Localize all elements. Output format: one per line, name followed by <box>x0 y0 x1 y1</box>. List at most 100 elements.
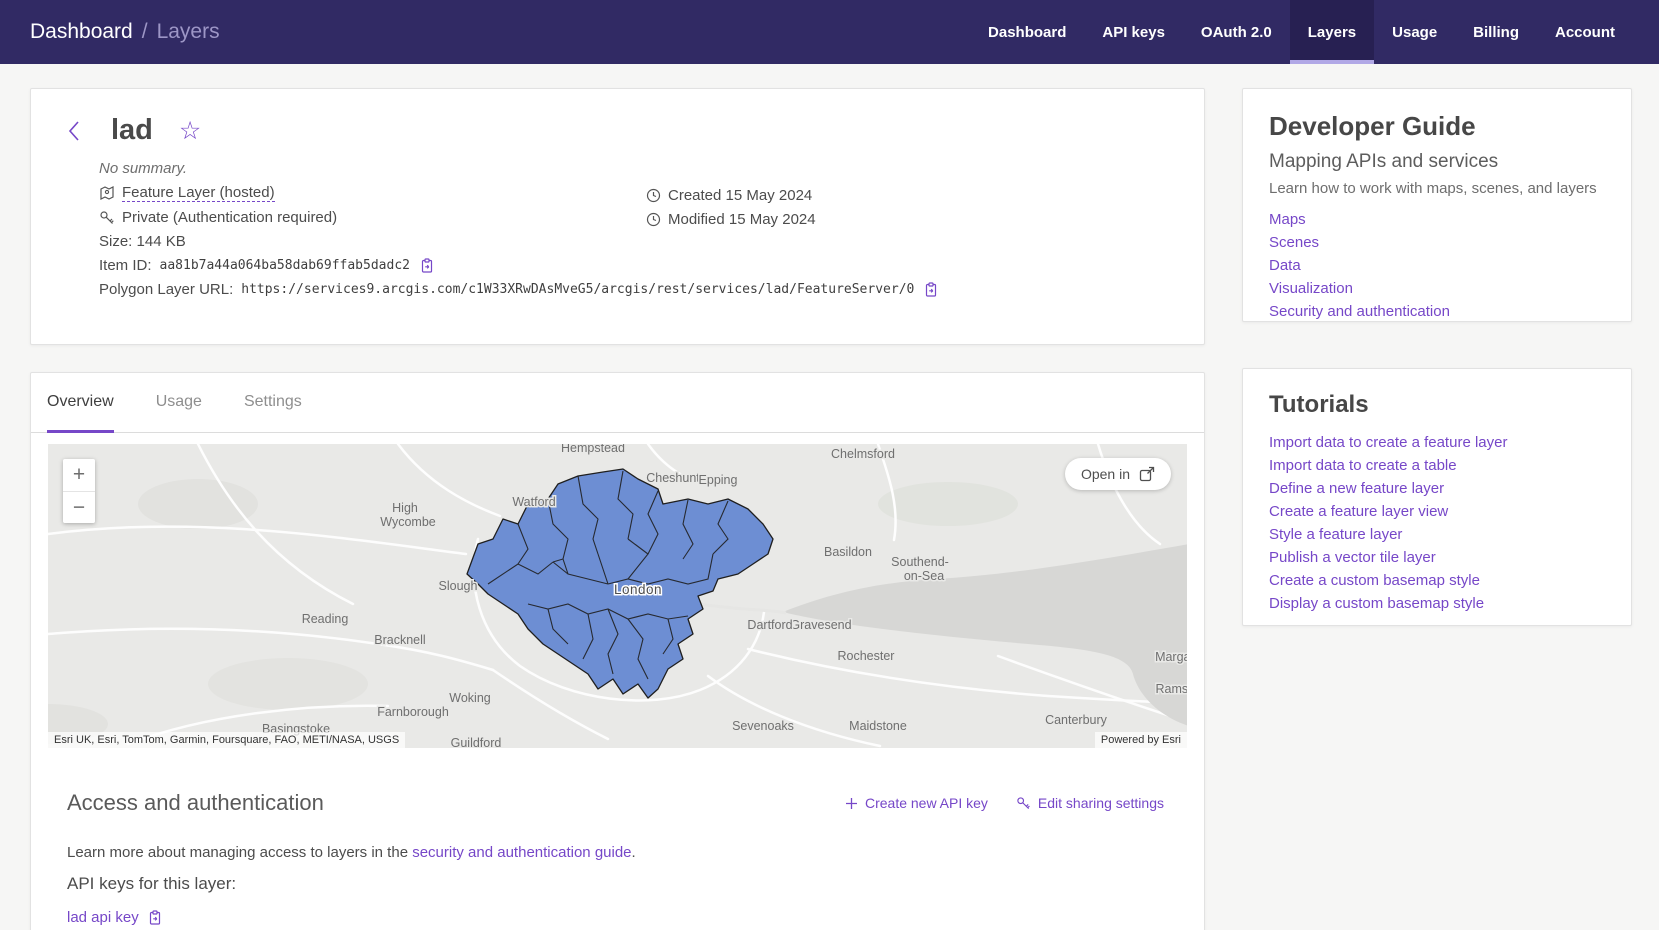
tutorial-link-define-a-new-feature-layer[interactable]: Define a new feature layer <box>1269 477 1605 500</box>
guide-link-visualization[interactable]: Visualization <box>1269 277 1605 300</box>
create-api-key-label: Create new API key <box>865 795 988 811</box>
top-navigation-bar: Dashboard / Layers DashboardAPI keysOAut… <box>0 0 1659 64</box>
create-api-key-button[interactable]: Create new API key <box>845 795 988 811</box>
map-canvas[interactable]: Hempstead Chelmsford CheshuntEpping Watford… <box>48 444 1187 748</box>
layer-size: Size: 144 KB <box>99 233 186 250</box>
access-description-text: Learn more about managing access to laye… <box>67 844 412 861</box>
edit-sharing-settings-button[interactable]: Edit sharing settings <box>1016 795 1164 811</box>
tab-settings[interactable]: Settings <box>244 373 302 433</box>
map-zoom-controls: + − <box>63 459 95 523</box>
map-place-label-cheshunt: Cheshunt <box>646 471 700 485</box>
nav-item-billing[interactable]: Billing <box>1455 0 1537 64</box>
guide-link-maps[interactable]: Maps <box>1269 208 1605 231</box>
tutorials-card: Tutorials Import data to create a featur… <box>1242 368 1632 626</box>
map-water <box>783 544 1187 726</box>
tutorials-title: Tutorials <box>1269 391 1605 419</box>
favorite-star-icon[interactable]: ☆ <box>179 120 201 142</box>
access-description: Learn more about managing access to laye… <box>67 844 1164 861</box>
map-place-label-margate: Margate <box>1155 650 1187 664</box>
tutorial-link-publish-a-vector-tile-layer[interactable]: Publish a vector tile layer <box>1269 546 1605 569</box>
developer-guide-title: Developer Guide <box>1269 111 1605 142</box>
zoom-out-button[interactable]: − <box>63 491 95 523</box>
zoom-in-button[interactable]: + <box>63 459 95 491</box>
map-place-label-woking: Woking <box>449 691 491 705</box>
tab-usage[interactable]: Usage <box>156 373 202 433</box>
map-place-label-farnborough: Farnborough <box>377 705 449 719</box>
map-place-label-chelmsford: Chelmsford <box>831 447 895 461</box>
layer-type-label[interactable]: Feature Layer (hosted) <box>122 184 275 202</box>
map-place-label-gravesend: Gravesend <box>790 618 851 632</box>
copy-icon <box>148 910 163 926</box>
layer-url-value: https://services9.arcgis.com/c1W33XRwDAs… <box>241 282 914 297</box>
nav-item-usage[interactable]: Usage <box>1374 0 1455 64</box>
developer-guide-card: Developer Guide Mapping APIs and service… <box>1242 88 1632 322</box>
map-place-label-basingstoke: Basingstoke <box>262 722 330 736</box>
map-place-label-wycombe: Wycombe <box>380 515 436 529</box>
access-heading: Access and authentication <box>67 790 324 816</box>
tab-overview[interactable]: Overview <box>47 373 114 433</box>
map-place-label-basildon: Basildon <box>824 545 872 559</box>
nav-item-oauth-2-0[interactable]: OAuth 2.0 <box>1183 0 1290 64</box>
access-section: Access and authentication Create new API… <box>31 748 1204 926</box>
security-guide-link[interactable]: security and authentication guide <box>412 844 631 861</box>
map-place-label-reading: Reading <box>302 612 349 626</box>
tab-bar: Overview Usage Settings <box>31 373 1204 433</box>
tutorial-link-import-data-to-create-a-feature-layer[interactable]: Import data to create a feature layer <box>1269 431 1605 454</box>
open-in-label: Open in <box>1081 466 1130 482</box>
map-place-label-hempstead: Hempstead <box>561 444 625 455</box>
open-in-button[interactable]: Open in <box>1065 458 1171 490</box>
external-link-icon <box>1139 466 1155 482</box>
breadcrumb: Dashboard / Layers <box>0 0 220 64</box>
map-place-label-ramsgate: Ramsgate <box>1156 682 1187 696</box>
tutorial-link-create-a-custom-basemap-style[interactable]: Create a custom basemap style <box>1269 569 1605 592</box>
item-id-label: Item ID: <box>99 257 152 274</box>
tutorial-link-display-a-custom-basemap-style[interactable]: Display a custom basemap style <box>1269 592 1605 615</box>
copy-item-id-button[interactable] <box>420 258 435 274</box>
back-button[interactable] <box>67 120 87 142</box>
api-key-link[interactable]: lad api key <box>67 909 139 926</box>
map-place-label-canterbury: Canterbury <box>1045 713 1108 727</box>
clock-icon <box>646 188 661 203</box>
primary-nav: DashboardAPI keysOAuth 2.0LayersUsageBil… <box>970 0 1633 64</box>
nav-item-api-keys[interactable]: API keys <box>1084 0 1183 64</box>
key-icon <box>1016 796 1031 811</box>
nav-item-layers[interactable]: Layers <box>1290 0 1374 64</box>
tutorial-link-create-a-feature-layer-view[interactable]: Create a feature layer view <box>1269 500 1605 523</box>
copy-icon <box>420 258 435 274</box>
nav-item-account[interactable]: Account <box>1537 0 1633 64</box>
created-date: Created 15 May 2024 <box>668 187 812 204</box>
guide-link-data[interactable]: Data <box>1269 254 1605 277</box>
layer-detail-card: Overview Usage Settings <box>30 372 1205 930</box>
map-place-label-bracknell: Bracknell <box>374 633 425 647</box>
map-place-label-maidstone: Maidstone <box>849 719 907 733</box>
guide-link-scenes[interactable]: Scenes <box>1269 231 1605 254</box>
guide-link-security-and-authentication[interactable]: Security and authentication <box>1269 300 1605 323</box>
copy-api-key-button[interactable] <box>148 910 163 926</box>
copy-icon <box>924 282 939 298</box>
modified-date: Modified 15 May 2024 <box>668 211 816 228</box>
tutorial-link-style-a-feature-layer[interactable]: Style a feature layer <box>1269 523 1605 546</box>
nav-item-dashboard[interactable]: Dashboard <box>970 0 1084 64</box>
developer-guide-description: Learn how to work with maps, scenes, and… <box>1269 180 1605 197</box>
map-place-label-rochester: Rochester <box>838 649 895 663</box>
layer-summary: No summary. <box>99 160 187 177</box>
tutorial-link-import-data-to-create-a-table[interactable]: Import data to create a table <box>1269 454 1605 477</box>
clock-icon <box>646 212 661 227</box>
breadcrumb-dashboard[interactable]: Dashboard <box>30 20 133 44</box>
item-id-value: aa81b7a44a064ba58dab69ffab5dadc2 <box>160 258 410 273</box>
map-place-label-watford: Watford <box>512 495 555 509</box>
copy-url-button[interactable] <box>924 282 939 298</box>
api-keys-label: API keys for this layer: <box>67 874 1164 894</box>
map-place-label-on-sea: on-Sea <box>904 569 944 583</box>
developer-guide-links: MapsScenesDataVisualizationSecurity and … <box>1269 208 1605 323</box>
map-place-label-slough: Slough <box>439 579 478 593</box>
plus-icon <box>845 797 858 810</box>
key-icon <box>99 210 115 226</box>
map-place-label-guildford: Guildford <box>451 736 502 748</box>
layer-title: lad <box>111 114 153 147</box>
map-place-label-high: High <box>392 501 418 515</box>
chevron-left-icon <box>67 120 81 142</box>
map-place-label-epping: Epping <box>699 473 738 487</box>
layer-info-card: lad ☆ No summary. Feature Layer (hosted)… <box>30 88 1205 345</box>
access-description-period: . <box>632 844 636 861</box>
